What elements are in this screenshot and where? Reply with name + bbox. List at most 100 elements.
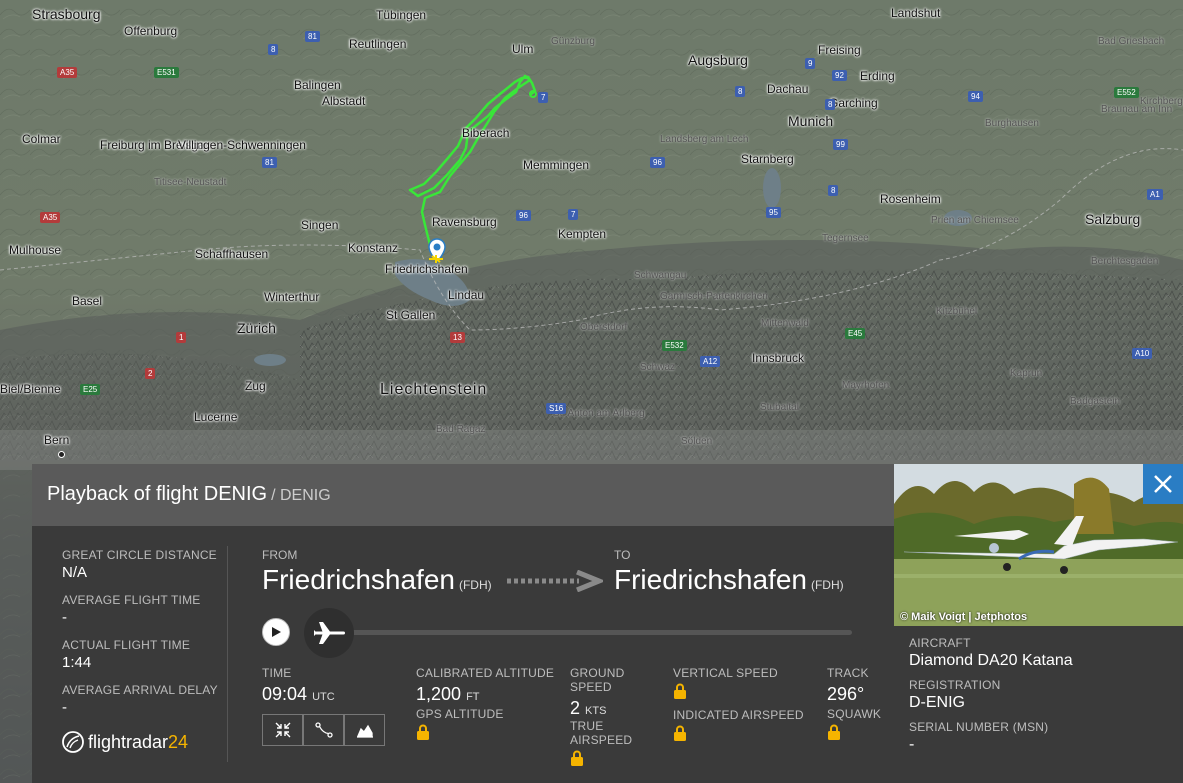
- close-button[interactable]: [1143, 464, 1183, 504]
- map-city-label: Salzburg: [1085, 211, 1141, 227]
- to-label: TO: [614, 548, 631, 562]
- time-stat: TIME 09:04 UTC: [262, 666, 335, 705]
- map-city-label: Prien am Chiemsee: [931, 215, 1019, 226]
- lake-zurich: [254, 354, 286, 366]
- map-city-label: Zürich: [237, 320, 276, 336]
- collapse-button[interactable]: [262, 714, 303, 746]
- road-shield: 2: [145, 368, 156, 379]
- aircraft-icon: [429, 255, 443, 263]
- to-city[interactable]: Friedrichshafen: [614, 564, 807, 595]
- serial-value: -: [909, 736, 915, 753]
- playback-slider[interactable]: [350, 630, 852, 635]
- summary-row: AVERAGE ARRIVAL DELAY -: [62, 683, 222, 728]
- lock-icon[interactable]: [673, 683, 687, 704]
- summary-value: N/A: [62, 564, 88, 581]
- road-shield: A1: [1147, 189, 1163, 200]
- map-city-label: Kempten: [558, 227, 607, 241]
- photo-credit[interactable]: © Maik Voigt | Jetphotos: [900, 611, 1027, 623]
- map-city-label: St Gallen: [386, 308, 436, 322]
- map-city-label: Bern: [44, 433, 70, 447]
- true-airspeed-label: TRUE: [570, 719, 604, 733]
- lock-icon[interactable]: [570, 750, 584, 771]
- road-shield: E45: [845, 328, 866, 339]
- flight-summary: GREAT CIRCLE DISTANCE N/A AVERAGE FLIGHT…: [62, 548, 222, 728]
- map-city-label: Schaffhausen: [195, 247, 269, 261]
- playback-handle[interactable]: [304, 608, 354, 658]
- ground-speed-label: GROUND: [570, 666, 625, 680]
- road-shield: A10: [1132, 348, 1153, 359]
- road-shield: 96: [650, 157, 665, 168]
- map-city-label: Oberstdorf: [580, 322, 628, 333]
- map-city-label: Bad Ragaz: [436, 424, 486, 435]
- calibrated-altitude-value: 1,200: [416, 684, 462, 704]
- chart-button[interactable]: [344, 714, 385, 746]
- road-shield: 94: [968, 91, 983, 102]
- road-shield: A35: [57, 67, 78, 78]
- panel-title: Playback of flight DENIG: [47, 483, 268, 505]
- true-airspeed-label-2: AIRSPEED: [570, 733, 633, 747]
- map-city-label: Schwangau: [634, 270, 687, 281]
- map-city-label: Badgastein: [1070, 396, 1121, 407]
- road-shield: E25: [80, 384, 101, 395]
- map-city-label: Munich: [788, 113, 834, 129]
- road-shield: A12: [700, 356, 721, 367]
- road-shield: 81: [305, 31, 320, 42]
- summary-label: GREAT CIRCLE DISTANCE: [62, 548, 217, 562]
- map-city-label: Lindau: [448, 288, 485, 302]
- track-value: 296°: [827, 684, 865, 704]
- from-code: (FDH): [458, 578, 492, 592]
- radar-icon: [62, 731, 84, 753]
- play-icon: [272, 627, 281, 637]
- aircraft-side-panel: © Maik Voigt | Jetphotos AIRCRAFT Diamon…: [894, 464, 1183, 783]
- map-city-label: Starnberg: [741, 152, 794, 166]
- ground-speed-unit: KTS: [585, 705, 607, 717]
- playback-panel: Playback of flight DENIG / DENIG GREAT CI…: [32, 464, 894, 783]
- map-city-label: Offenburg: [124, 24, 178, 38]
- map-city-label: Mayrhofen: [842, 380, 890, 391]
- route-button[interactable]: [303, 714, 344, 746]
- aircraft-info: AIRCRAFT Diamond DA20 Katana REGISTRATIO…: [894, 626, 1183, 754]
- map-city-label: Garmisch-Partenkirchen: [660, 291, 768, 302]
- aircraft-value[interactable]: Diamond DA20 Katana: [909, 652, 1183, 670]
- track-stat: TRACK 296° SQUAWK: [827, 666, 881, 745]
- road-shield: 1: [176, 332, 187, 343]
- route-icon: [314, 722, 333, 738]
- collapse-icon: [275, 722, 290, 738]
- column-divider: [227, 546, 228, 762]
- map-city-label: Biel/Bienne: [0, 382, 61, 396]
- to-code: (FDH): [810, 578, 844, 592]
- from-city[interactable]: Friedrichshafen: [262, 564, 455, 595]
- lock-icon[interactable]: [416, 724, 430, 745]
- road-shield: 96: [516, 210, 531, 221]
- map-city-label: Garching: [829, 96, 878, 110]
- lock-icon[interactable]: [673, 725, 687, 746]
- map-city-label: Erding: [860, 69, 895, 83]
- road-shield: E531: [154, 67, 179, 78]
- map-city-label: Sölden: [681, 436, 713, 447]
- destination: TO Friedrichshafen (FDH): [614, 548, 844, 596]
- registration-value[interactable]: D-ENIG: [909, 694, 1183, 712]
- flightradar24-logo[interactable]: flightradar24: [62, 731, 188, 753]
- calibrated-altitude-unit: FT: [466, 691, 480, 703]
- lock-icon[interactable]: [827, 724, 841, 745]
- time-value: 09:04: [262, 684, 308, 704]
- calibrated-altitude-label: CALIBRATED ALTITUDE: [416, 666, 555, 680]
- road-shield: E552: [1114, 87, 1139, 98]
- altitude-stat: CALIBRATED ALTITUDE 1,200 FT GPS ALTITUD…: [416, 666, 554, 745]
- map-city-label: Memmingen: [523, 158, 590, 172]
- aircraft-photo[interactable]: © Maik Voigt | Jetphotos: [894, 464, 1183, 626]
- road-shield: 8: [828, 185, 839, 196]
- play-button[interactable]: [262, 618, 290, 646]
- summary-value: -: [62, 699, 67, 716]
- from-label: FROM: [262, 548, 298, 562]
- map-city-label: Kitzbühel: [936, 306, 978, 317]
- logo-text: flightradar: [88, 731, 169, 752]
- summary-label: AVERAGE ARRIVAL DELAY: [62, 683, 218, 697]
- map-city-label: Villingen-Schwenningen: [178, 138, 306, 152]
- map-city-label: Ravensburg: [432, 215, 497, 229]
- map-city-label: Schwaz: [640, 362, 676, 373]
- map-city-label: Kaprun: [1010, 368, 1043, 379]
- close-icon: [1154, 475, 1172, 493]
- road-shield: 13: [450, 332, 465, 343]
- aircraft-photo-image: [894, 464, 1183, 626]
